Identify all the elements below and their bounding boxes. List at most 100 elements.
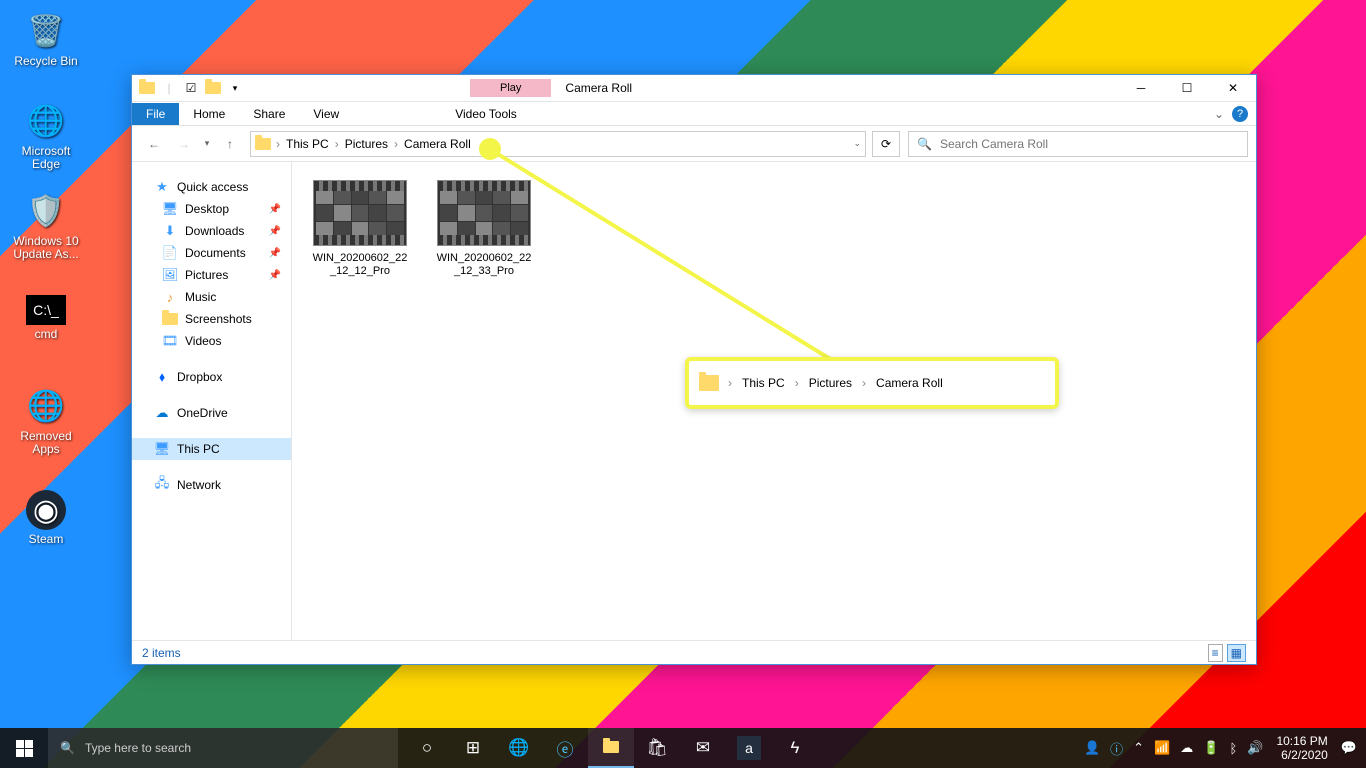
play-tab[interactable]: Play [470,79,551,97]
ribbon-expand-icon[interactable]: ⌄ [1214,107,1224,121]
file-item[interactable]: WIN_20200602_22_12_12_Pro [310,180,410,278]
window-title: Camera Roll [565,81,632,95]
callout-crumb: Camera Roll [871,376,948,390]
taskbar-app-icon[interactable]: ϟ [772,728,818,768]
folder-icon [162,311,178,327]
sidebar-documents[interactable]: 📄Documents📌 [132,242,291,264]
onedrive-tray-icon[interactable]: ☁ [1175,740,1198,756]
annotation-dot [479,138,501,160]
desktop-icon-cmd[interactable]: C:\_cmd [8,295,84,341]
battery-icon[interactable]: 🔋 [1198,740,1224,756]
sidebar-pictures[interactable]: 🖼Pictures📌 [132,264,291,286]
back-button[interactable]: ← [140,130,168,158]
tray-chevron-up-icon[interactable]: ⌃ [1128,740,1149,756]
file-name: WIN_20200602_22_12_33_Pro [434,252,534,278]
new-folder-icon[interactable] [204,79,222,97]
sidebar-quick-access[interactable]: ★Quick access [132,176,291,198]
help-icon[interactable]: ? [1232,106,1248,122]
up-button[interactable]: ↑ [216,130,244,158]
search-input[interactable] [940,137,1239,151]
chevron-right-icon: › [857,376,871,390]
recent-dropdown[interactable]: ▾ [200,130,214,158]
pictures-icon: 🖼 [162,267,178,283]
star-icon: ★ [154,179,170,195]
notifications-icon[interactable]: 💬 [1336,740,1362,756]
breadcrumb-this-pc[interactable]: This PC [282,137,333,151]
task-view-icon[interactable]: ⊞ [450,728,496,768]
search-box[interactable]: 🔍 [908,131,1248,157]
sidebar-music[interactable]: ♪Music [132,286,291,308]
steam-icon: ◉ [26,490,66,530]
taskbar-edge-icon[interactable]: 🌐 [496,728,542,768]
folder-icon[interactable] [138,79,156,97]
taskbar-clock[interactable]: 10:16 PM6/2/2020 [1268,734,1335,762]
desktop-icon-steam[interactable]: ◉Steam [8,490,84,546]
thumbnails-view-icon[interactable]: ▦ [1227,644,1246,662]
qat-separator: | [160,79,178,97]
forward-button[interactable]: → [170,130,198,158]
taskbar-search[interactable]: 🔍Type here to search [48,728,398,768]
desktop-icon-edge[interactable]: 🌐Microsoft Edge [8,100,84,171]
ribbon-share[interactable]: Share [239,103,299,125]
sidebar-network[interactable]: 🖧Network [132,474,291,496]
taskbar-mail-icon[interactable]: ✉ [680,728,726,768]
qat-dropdown-icon[interactable]: ▾ [226,79,244,97]
sidebar-dropbox[interactable]: ⬧Dropbox [132,366,291,388]
desktop-icon-update[interactable]: 🛡️Windows 10 Update As... [8,190,84,261]
sidebar-downloads[interactable]: ⬇Downloads📌 [132,220,291,242]
downloads-icon: ⬇ [162,223,178,239]
wifi-icon[interactable]: 📶 [1149,740,1175,756]
network-icon: 🖧 [154,477,170,493]
file-item[interactable]: WIN_20200602_22_12_33_Pro [434,180,534,278]
desktop-icon-recycle-bin[interactable]: 🗑️Recycle Bin [8,10,84,68]
taskbar-ie-icon[interactable]: ⓔ [542,728,588,768]
address-dropdown-icon[interactable]: ⌄ [853,138,861,149]
titlebar: | ☑ ▾ Play Camera Roll ─ ☐ ✕ [132,75,1256,102]
edge-icon: 🌐 [25,100,67,142]
pin-icon: 📌 [269,270,281,281]
ribbon: File Home Share View Video Tools ⌄ ? [132,102,1256,126]
pin-icon: 📌 [269,226,281,237]
folder-icon [255,138,271,150]
sidebar-onedrive[interactable]: ☁OneDrive [132,402,291,424]
chevron-right-icon[interactable]: › [392,137,400,151]
start-button[interactable] [0,728,48,768]
properties-icon[interactable]: ☑ [182,79,200,97]
chevron-right-icon: › [790,376,804,390]
refresh-button[interactable]: ⟳ [872,131,900,157]
status-text: 2 items [142,646,181,660]
sidebar-desktop[interactable]: 🖥Desktop📌 [132,198,291,220]
ribbon-video-tools[interactable]: Video Tools [441,103,531,125]
video-thumbnail-icon [313,180,407,246]
maximize-button[interactable]: ☐ [1164,75,1210,102]
address-bar[interactable]: › This PC › Pictures › Camera Roll ⌄ [250,131,866,157]
breadcrumb-camera-roll[interactable]: Camera Roll [400,137,475,151]
navigation-pane: ★Quick access 🖥Desktop📌 ⬇Downloads📌 📄Doc… [132,162,292,640]
volume-icon[interactable]: 🔊 [1242,740,1268,756]
sidebar-screenshots[interactable]: Screenshots [132,308,291,330]
chevron-right-icon[interactable]: › [333,137,341,151]
dropbox-icon: ⬧ [154,369,170,385]
chevron-right-icon[interactable]: › [274,137,282,151]
taskbar-store-icon[interactable]: 🛍 [634,728,680,768]
callout-crumb: Pictures [804,376,857,390]
desktop-icon-removed[interactable]: 🌐Removed Apps [8,385,84,456]
close-button[interactable]: ✕ [1210,75,1256,102]
ribbon-view[interactable]: View [299,103,353,125]
taskbar-amazon-icon[interactable]: a [737,736,761,760]
ribbon-home[interactable]: Home [179,103,239,125]
taskbar-explorer-icon[interactable] [588,728,634,768]
breadcrumb-pictures[interactable]: Pictures [341,137,392,151]
tray-help-icon[interactable]: ⓘ [1105,739,1128,758]
sidebar-videos[interactable]: 🎞Videos [132,330,291,352]
cortana-icon[interactable]: ○ [404,728,450,768]
minimize-button[interactable]: ─ [1118,75,1164,102]
ribbon-file[interactable]: File [132,103,179,125]
callout-crumb: This PC [737,376,790,390]
sidebar-this-pc[interactable]: 🖥This PC [132,438,291,460]
details-view-icon[interactable]: ≡ [1208,644,1223,662]
people-icon[interactable]: 👤 [1079,740,1105,756]
file-name: WIN_20200602_22_12_12_Pro [310,252,410,278]
pin-icon: 📌 [269,248,281,259]
bluetooth-icon[interactable]: ᛒ [1224,741,1242,756]
